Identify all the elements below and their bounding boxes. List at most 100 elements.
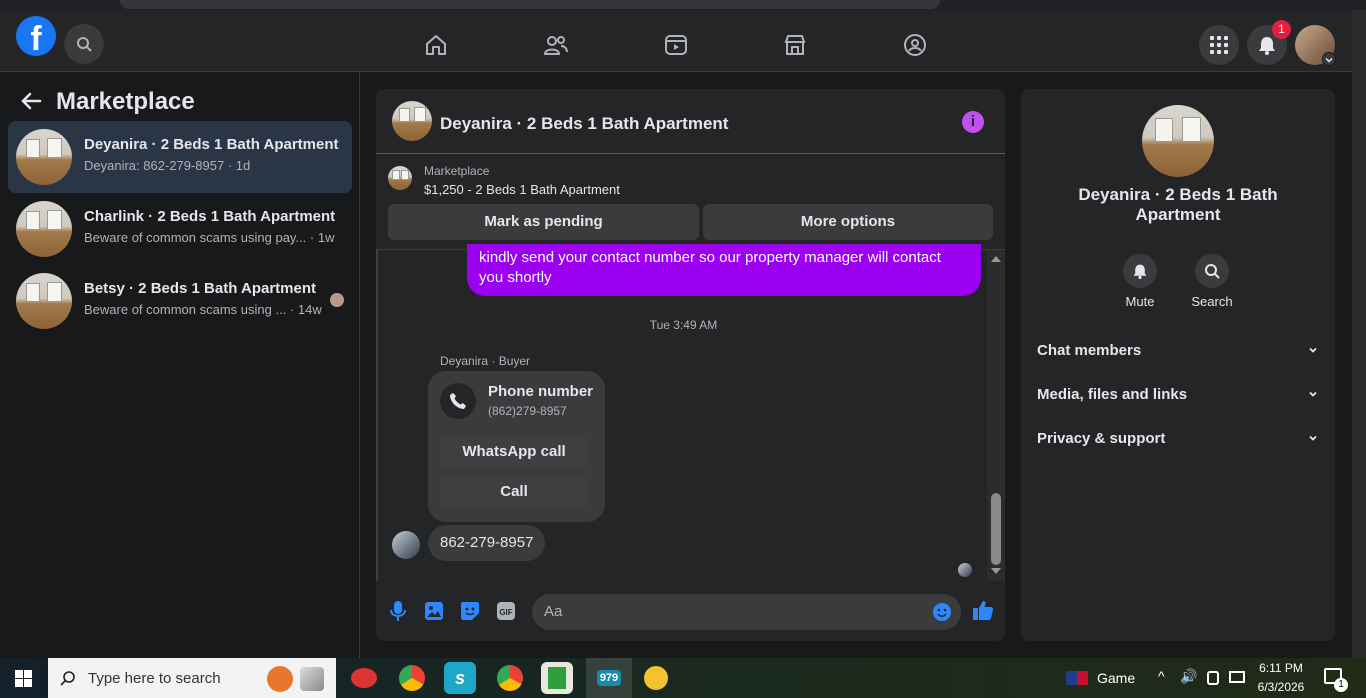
grid-menu-icon <box>1210 36 1228 54</box>
menu-button[interactable] <box>1199 25 1239 65</box>
volume-icon[interactable]: 🔊 <box>1180 668 1197 685</box>
meet-icon[interactable] <box>1207 671 1219 685</box>
voice-clip-button[interactable] <box>388 600 408 627</box>
sticker-button[interactable] <box>460 601 480 626</box>
section-label: Media, files and links <box>1037 386 1188 403</box>
chat-panel: Deyanira · 2 Beds 1 Bath Apartment i Mar… <box>376 89 1005 641</box>
windows-taskbar: Type here to search s 979 Game ^ 🔊 6:11 … <box>0 658 1366 698</box>
marketplace-icon <box>784 35 806 55</box>
taskbar-search-placeholder: Type here to search <box>88 670 221 687</box>
conversation-item[interactable]: Betsy · 2 Beds 1 Bath Apartment Beware o… <box>8 265 352 337</box>
app-icon <box>644 666 668 690</box>
gif-button[interactable]: GIF <box>496 601 516 626</box>
emoji-icon[interactable] <box>932 602 952 622</box>
incoming-message[interactable]: 862-279-8957 <box>428 525 546 561</box>
chevron-down-icon <box>1309 391 1317 397</box>
phone-icon-wrap <box>440 383 476 419</box>
mark-as-pending-button[interactable]: Mark as pending <box>388 204 699 240</box>
mute-button[interactable] <box>1123 254 1157 288</box>
search-icon <box>60 671 75 686</box>
read-receipt-avatar <box>958 563 972 577</box>
facebook-logo[interactable]: f <box>16 16 56 56</box>
message-list: kindly send your contact number so our p… <box>376 244 987 581</box>
search-label: Search <box>1191 294 1233 309</box>
mute-label: Mute <box>1125 294 1155 309</box>
scrollbar-thumb[interactable] <box>991 493 1001 565</box>
details-avatar[interactable] <box>1142 105 1214 177</box>
nav-home[interactable] <box>416 25 456 65</box>
back-button[interactable] <box>20 90 42 117</box>
info-icon[interactable]: i <box>962 111 984 133</box>
network-icon[interactable] <box>1229 671 1245 683</box>
conversation-item[interactable]: Charlink · 2 Beds 1 Bath Apartment Bewar… <box>8 193 352 265</box>
conversation-preview: Beware of common scams using pay... · 1w <box>84 230 335 245</box>
phone-icon <box>450 393 466 409</box>
taskbar-app-chrome-profile[interactable] <box>494 662 526 694</box>
conversation-preview: Beware of common scams using ... · 14w <box>84 302 322 317</box>
taskbar-app-ix[interactable] <box>640 662 672 694</box>
start-button[interactable] <box>15 670 32 692</box>
thumbs-up-icon <box>973 601 994 620</box>
message-input-placeholder: Aa <box>544 603 563 620</box>
sender-avatar[interactable] <box>392 531 420 559</box>
nav-friends[interactable] <box>536 25 576 65</box>
action-center-badge: 1 <box>1334 678 1348 692</box>
whatsapp-call-button[interactable]: WhatsApp call <box>440 435 588 469</box>
section-label: Chat members <box>1037 342 1142 359</box>
account-chevron[interactable] <box>1322 52 1336 66</box>
taskbar-app-notepad[interactable] <box>541 662 573 694</box>
outgoing-message[interactable]: kindly send your contact number so our p… <box>467 244 981 296</box>
notepad-icon <box>548 667 566 689</box>
sticker-icon <box>461 602 479 620</box>
sender-label: Deyanira · Buyer <box>440 354 531 368</box>
chevron-down-icon <box>1309 435 1317 441</box>
chat-title[interactable]: Deyanira · 2 Beds 1 Bath Apartment <box>440 114 728 134</box>
more-options-button[interactable]: More options <box>703 204 993 240</box>
seen-avatar <box>330 293 344 307</box>
bell-icon <box>1133 264 1147 279</box>
attach-photo-button[interactable] <box>424 601 444 626</box>
card-title: Phone number <box>488 383 594 400</box>
search-button[interactable] <box>64 24 104 64</box>
call-button[interactable]: Call <box>440 475 588 509</box>
conversation-details-panel: Deyanira · 2 Beds 1 Bath Apartment Mute … <box>1021 89 1335 641</box>
chrome-icon <box>399 665 425 691</box>
taskbar-app-979[interactable]: 979 <box>586 658 632 698</box>
search-icon <box>1205 264 1220 279</box>
listing-thumbnail <box>16 273 72 329</box>
clock-time[interactable]: 6:11 PM <box>1258 661 1304 675</box>
section-privacy-support[interactable]: Privacy & support <box>1037 430 1319 454</box>
message-input[interactable]: Aa <box>532 594 961 630</box>
message-scrollbar[interactable] <box>987 250 1005 581</box>
clock-date[interactable]: 6/3/2026 <box>1254 680 1308 694</box>
chrome-icon <box>497 665 523 691</box>
taskbar-search[interactable]: Type here to search <box>48 658 336 698</box>
weather-label[interactable]: Game <box>1097 670 1135 686</box>
conversation-item[interactable]: Deyanira · 2 Beds 1 Bath Apartment Deyan… <box>8 121 352 193</box>
photo-icon <box>425 602 443 620</box>
section-media-files-links[interactable]: Media, files and links <box>1037 386 1319 410</box>
arrow-left-icon <box>21 92 42 110</box>
conversation-name: Charlink · 2 Beds 1 Bath Apartment <box>84 208 336 225</box>
page-title: Marketplace <box>56 88 195 115</box>
taskbar-app-s[interactable]: s <box>444 662 476 694</box>
chat-header-avatar[interactable] <box>392 101 432 141</box>
gif-icon: GIF <box>497 602 515 620</box>
svg-text:GIF: GIF <box>499 608 512 617</box>
search-conversation-button[interactable] <box>1195 254 1229 288</box>
taskbar-app-cat[interactable] <box>348 662 380 694</box>
nav-video[interactable] <box>656 25 696 65</box>
microphone-icon <box>390 601 406 621</box>
like-button[interactable] <box>972 599 994 626</box>
search-icon <box>77 37 92 52</box>
listing-title[interactable]: $1,250 - 2 Beds 1 Bath Apartment <box>424 182 620 197</box>
nav-marketplace[interactable] <box>775 25 815 65</box>
page-scrollbar[interactable] <box>1352 10 1366 658</box>
taskbar-app-chrome[interactable] <box>396 662 428 694</box>
listing-source: Marketplace <box>424 164 490 178</box>
section-chat-members[interactable]: Chat members <box>1037 342 1319 366</box>
tray-expand-icon[interactable]: ^ <box>1158 668 1165 684</box>
nav-groups[interactable] <box>895 25 935 65</box>
phone-number-card: Phone number (862)279-8957 WhatsApp call… <box>428 371 605 522</box>
windows-icon <box>15 670 32 687</box>
